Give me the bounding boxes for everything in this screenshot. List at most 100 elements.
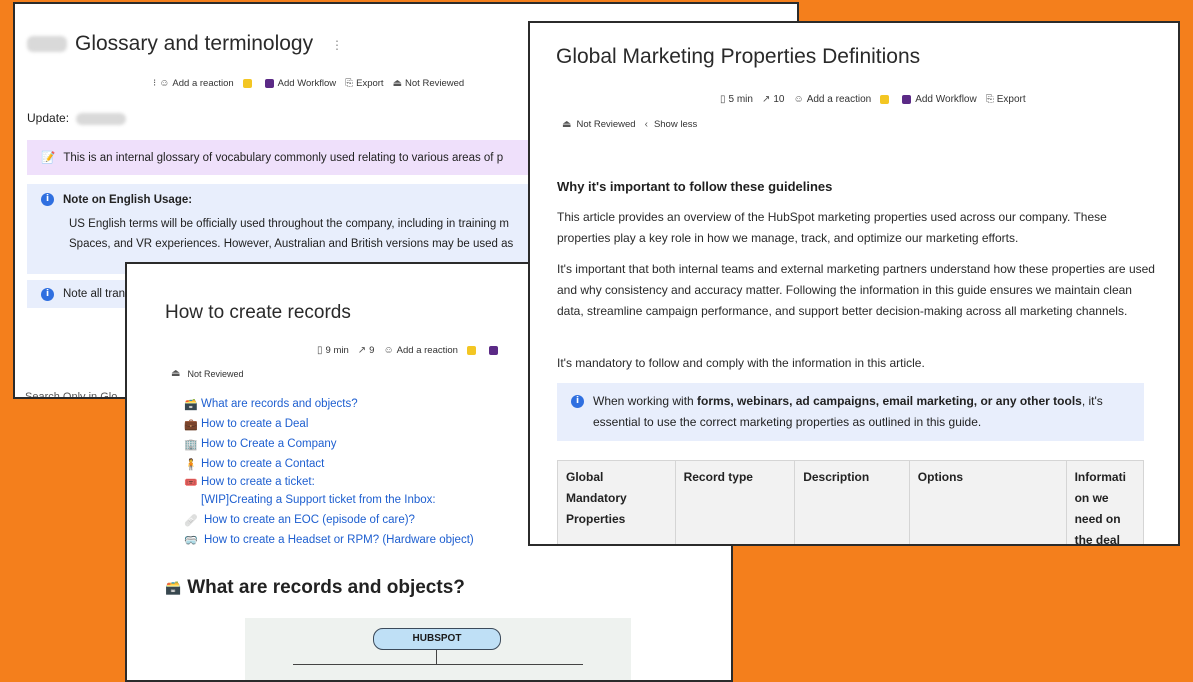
table-header-cell: Informati on we need on the deal [1074, 470, 1126, 546]
view-count: ↗ 10 [762, 94, 785, 105]
info-icon: i [41, 193, 54, 206]
page-title: How to create records [165, 302, 351, 323]
toc-link-label: How to create an EOC (episode of care)? [204, 514, 415, 526]
update-line: Update: [27, 111, 127, 125]
add-reaction-button[interactable]: ☺ Add a reaction [159, 78, 233, 89]
toc-link[interactable]: 💼 How to create a Deal [183, 414, 474, 434]
ticket-icon: 🎟️ [184, 476, 198, 489]
add-workflow-label: Add Workflow [915, 94, 977, 105]
reaction-emoji[interactable] [242, 79, 256, 88]
callout-text: When working with forms, webinars, ad ca… [593, 391, 1130, 433]
tools-info-callout: i When working with forms, webinars, ad … [557, 383, 1144, 441]
card-box-icon: 🗃️ [184, 398, 198, 411]
workflow-icon [488, 346, 498, 355]
toc-link[interactable]: 🎟️ How to create a ticket: [183, 474, 474, 490]
info-icon: i [571, 395, 584, 408]
pencil-emoji-icon [880, 95, 890, 104]
briefcase-icon: 💼 [184, 418, 198, 431]
toc-link[interactable]: 🏢 How to Create a Company [183, 434, 474, 454]
review-row: ⏏ Not Reviewed ‹ Show less [562, 119, 706, 130]
info-icon: i [41, 287, 54, 301]
review-icon: ⏏ [392, 78, 403, 89]
redacted-date [76, 112, 127, 125]
records-diagram: HUBSPOT [245, 618, 631, 680]
reaction-emoji[interactable] [880, 95, 893, 104]
show-less-button[interactable]: ‹ Show less [645, 119, 698, 130]
read-time: ▯ 9 min [317, 345, 349, 356]
paragraph: It's mandatory to follow and comply with… [557, 356, 925, 370]
export-label: Export [996, 94, 1026, 105]
emoji-add-icon: ☺ [159, 78, 170, 89]
intro-callout-text: This is an internal glossary of vocabula… [63, 152, 504, 164]
add-workflow-button[interactable]: Add Workflow [264, 78, 337, 89]
more-options-icon[interactable]: ⋮ [331, 38, 343, 52]
export-label: Export [356, 78, 384, 89]
paragraph: This article provides an overview of the… [557, 210, 1107, 245]
view-count-label: 9 [369, 345, 375, 356]
show-less-label: Show less [653, 119, 698, 130]
toc-link[interactable]: 🧍 How to create a Contact [183, 454, 474, 474]
section-heading: 🗃️ What are records and objects? [165, 577, 465, 599]
pencil-emoji-icon: 📝 [41, 152, 56, 164]
paragraph: It's important that both internal teams … [557, 262, 1155, 318]
people-icon: 🧍 [184, 458, 198, 471]
diagram-node-hubspot: HUBSPOT [373, 628, 501, 650]
emoji-add-icon: ☺ [383, 345, 394, 356]
toc-link-label: How to create a ticket: [201, 476, 315, 488]
toc-link-label: [WIP]Creating a Support ticket from the … [201, 494, 436, 506]
export-button[interactable]: ⎘ Export [986, 94, 1026, 105]
add-reaction-button[interactable]: ☺ Add a reaction [383, 345, 457, 356]
review-icon: ⏏ [171, 368, 181, 379]
export-icon: ⎘ [345, 78, 354, 89]
headset-icon: 🥽 [184, 534, 198, 547]
workflow-button[interactable] [488, 346, 502, 355]
callout-text-pre: When working with [593, 394, 698, 408]
search-scope-label[interactable]: Search Only in Glo [25, 391, 117, 397]
review-icon: ⏏ [562, 119, 572, 130]
redacted-space-name [27, 36, 67, 52]
building-icon: 🏢 [184, 438, 198, 451]
table-header-cell: Record type [675, 460, 796, 544]
chevron-left-icon: ‹ [644, 119, 648, 130]
table-header-cell: Description [794, 460, 910, 544]
more-icon[interactable]: ⁝ [153, 78, 156, 89]
section-heading-text: What are records and objects? [187, 577, 465, 598]
toc-link[interactable]: 🩹 How to create an EOC (episode of care)? [183, 510, 474, 530]
add-reaction-button[interactable]: ☺ Add a reaction [793, 94, 871, 105]
toc-link-label: How to create a Contact [201, 458, 325, 470]
trend-icon: ↗ [357, 345, 367, 356]
read-time-label: 9 min [325, 345, 349, 356]
toc-link[interactable]: 🥽 How to create a Headset or RPM? (Hardwa… [183, 530, 474, 550]
add-workflow-label: Add Workflow [277, 78, 337, 89]
table-header-cell: Options [909, 460, 1067, 544]
translation-note-text: Note all trans [63, 288, 131, 300]
review-status[interactable]: ⏏ Not Reviewed [562, 119, 636, 130]
add-reaction-label: Add a reaction [806, 94, 872, 105]
export-button[interactable]: ⎘ Export [345, 78, 383, 89]
properties-table: Global Mandatory Properties Record type … [557, 460, 1144, 546]
toc-link-label: What are records and objects? [201, 398, 358, 410]
workflow-icon [264, 79, 274, 88]
review-status[interactable]: ⏏ Not Reviewed [393, 78, 465, 89]
review-status-label: Not Reviewed [576, 119, 636, 130]
review-status[interactable]: ⏏ Not Reviewed [171, 368, 243, 379]
add-reaction-label: Add a reaction [396, 345, 458, 356]
read-time-label: 5 min [728, 94, 753, 105]
table-header-row: Global Mandatory Properties Record type … [557, 460, 1144, 546]
toc-link[interactable]: 🗃️ What are records and objects? [183, 394, 474, 414]
page-meta-bar: ⁝ ☺ Add a reaction Add Workflow ⎘ Export ⏏… [153, 78, 473, 89]
toc-link[interactable]: [WIP]Creating a Support ticket from the … [183, 490, 474, 510]
view-count-label: 10 [773, 94, 785, 105]
view-count: ↗ 9 [358, 345, 375, 356]
review-status-label: Not Reviewed [405, 78, 465, 89]
card-box-icon: 🗃️ [165, 580, 182, 595]
diagram-connector [436, 650, 437, 664]
export-icon: ⎘ [985, 94, 994, 105]
page-meta-bar: ▯ 9 min ↗ 9 ☺ Add a reaction [317, 345, 511, 356]
toc-link-label: How to create a Deal [201, 418, 309, 430]
trend-icon: ↗ [761, 94, 771, 105]
reaction-emoji[interactable] [466, 346, 480, 355]
add-workflow-button[interactable]: Add Workflow [902, 94, 977, 105]
review-status-label: Not Reviewed [187, 368, 244, 379]
diagram-connector [293, 664, 583, 665]
